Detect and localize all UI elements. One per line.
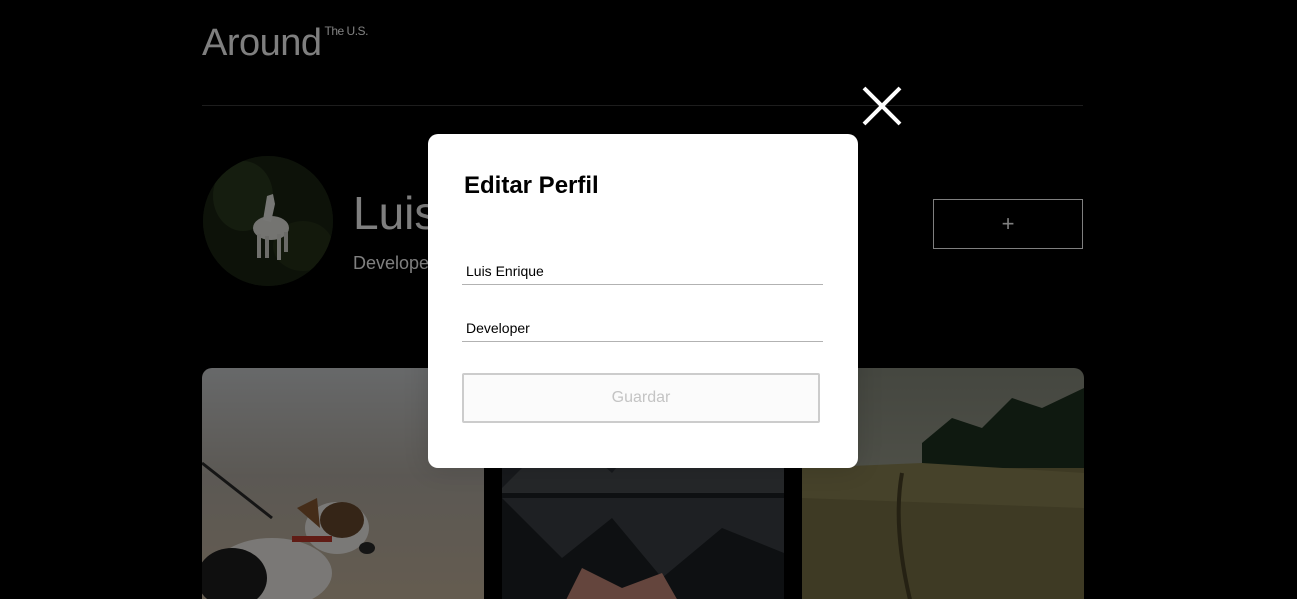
name-input[interactable] [462,257,823,285]
modal-title: Editar Perfil [464,172,599,199]
edit-profile-modal: Editar Perfil Guardar [428,134,858,468]
close-icon [862,86,902,126]
save-button[interactable]: Guardar [462,373,820,423]
page: Around The U.S. Luis Enrique Developer + [0,0,1297,599]
close-button[interactable] [862,86,902,126]
about-input[interactable] [462,314,823,342]
